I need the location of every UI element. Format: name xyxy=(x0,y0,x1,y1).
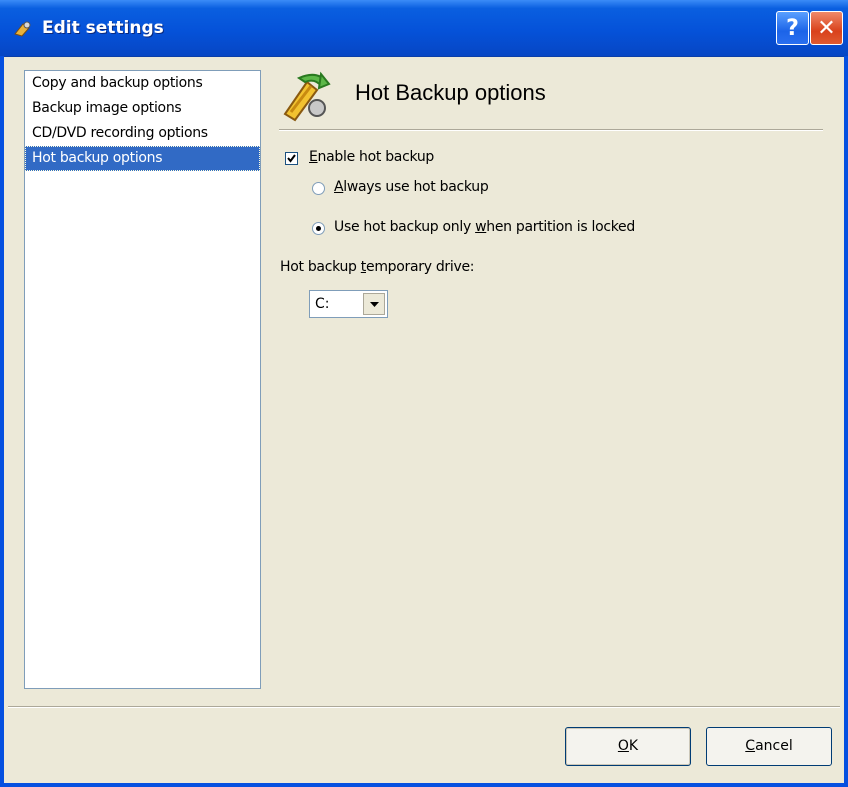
dropdown-button[interactable] xyxy=(363,293,385,315)
only-when-locked-radio[interactable] xyxy=(312,222,325,235)
cancel-label: ancel xyxy=(755,738,793,754)
window-frame-right xyxy=(844,56,848,787)
nav-item-hot-backup[interactable]: Hot backup options xyxy=(25,146,260,171)
window-title: Edit settings xyxy=(42,18,164,38)
options-category-list[interactable]: Copy and backup options Backup image opt… xyxy=(24,70,261,689)
panel-title: Hot Backup options xyxy=(355,80,546,105)
temp-drive-label: Hot backup temporary drive: xyxy=(280,259,474,275)
nav-item-cd-dvd[interactable]: CD/DVD recording options xyxy=(25,121,260,146)
always-accel: A xyxy=(334,179,344,195)
ok-button[interactable]: OK xyxy=(565,727,691,766)
ok-accel: O xyxy=(617,738,629,754)
temp-drive-value: C: xyxy=(315,296,330,312)
ok-label: K xyxy=(628,738,639,754)
help-button[interactable]: ? xyxy=(776,11,809,45)
locked-rest: hen partition is locked xyxy=(486,219,635,235)
enable-hot-backup-checkbox[interactable] xyxy=(285,152,298,165)
only-when-locked-label[interactable]: Use hot backup only when partition is lo… xyxy=(334,219,635,235)
locked-accel: w xyxy=(475,219,487,235)
close-button[interactable]: ✕ xyxy=(810,11,843,45)
nav-item-backup-image[interactable]: Backup image options xyxy=(25,96,260,121)
enable-accel: E xyxy=(309,149,318,165)
enable-hot-backup-label[interactable]: Enable hot backup xyxy=(309,149,434,165)
app-icon xyxy=(13,20,33,38)
cancel-accel: C xyxy=(745,738,756,754)
temp-drive-select[interactable]: C: xyxy=(309,290,388,318)
footer-divider xyxy=(8,706,840,708)
radio-selected-dot xyxy=(316,226,321,231)
window-frame-bottom xyxy=(0,783,848,787)
cancel-button[interactable]: Cancel xyxy=(706,727,832,766)
enable-label-text: nable hot backup xyxy=(317,149,435,165)
hot-backup-icon xyxy=(277,68,333,124)
drive-label-rest: emporary drive: xyxy=(366,259,475,275)
locked-prefix: Use hot backup only xyxy=(334,219,476,235)
drive-label-prefix: Hot backup xyxy=(280,259,361,275)
always-label-text: lways use hot backup xyxy=(343,179,489,195)
nav-item-copy-backup[interactable]: Copy and backup options xyxy=(25,71,260,96)
window-frame-left xyxy=(0,56,4,787)
title-bar[interactable]: Edit settings ? ✕ xyxy=(0,0,848,57)
header-divider xyxy=(279,129,823,131)
always-use-radio[interactable] xyxy=(312,182,325,195)
always-use-label[interactable]: Always use hot backup xyxy=(334,179,489,195)
